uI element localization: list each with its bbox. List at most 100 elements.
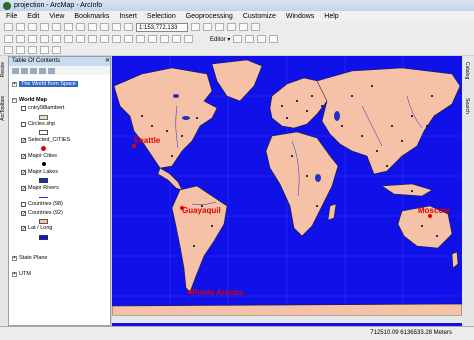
- georef-icon[interactable]: [52, 46, 61, 54]
- arctoolbox-tab[interactable]: ArcToolbox: [0, 96, 8, 121]
- attributes-icon[interactable]: [269, 35, 279, 43]
- new-icon[interactable]: [4, 23, 13, 31]
- list-by-drawing-order-icon[interactable]: [12, 67, 19, 74]
- zoom-out-icon[interactable]: [16, 35, 25, 43]
- layer-checkbox[interactable]: ✓: [21, 185, 26, 191]
- redo-icon[interactable]: [112, 23, 121, 31]
- html-popup-icon[interactable]: [184, 35, 193, 43]
- identify-icon[interactable]: [136, 35, 145, 43]
- select-features-icon[interactable]: [100, 35, 109, 43]
- toc-toolbar: [9, 66, 110, 75]
- pan-icon[interactable]: [28, 35, 37, 43]
- text-tool-icon[interactable]: [16, 46, 25, 54]
- delete-icon[interactable]: [88, 23, 97, 31]
- menu-help[interactable]: Help: [324, 13, 338, 20]
- list-by-selection-icon[interactable]: [39, 67, 46, 74]
- arctoolbox-icon[interactable]: [239, 23, 248, 31]
- expand-icon[interactable]: +: [12, 255, 17, 261]
- map-horizontal-scrollbar[interactable]: [112, 315, 462, 323]
- layer-major-cities[interactable]: ✓ Major Cities: [21, 153, 57, 159]
- major-cities-symbol: [42, 162, 46, 166]
- catalog-window-icon[interactable]: [215, 23, 224, 31]
- expand-icon[interactable]: +: [12, 81, 17, 87]
- window-title: projection - ArcMap - ArcInfo: [14, 2, 103, 9]
- menu-geoprocessing[interactable]: Geoprocessing: [186, 13, 233, 20]
- countries-symbol: [39, 219, 48, 224]
- paste-icon[interactable]: [76, 23, 85, 31]
- list-by-visibility-icon[interactable]: [30, 67, 37, 74]
- layer-checkbox[interactable]: [21, 121, 26, 127]
- fixed-zoom-out-icon[interactable]: [64, 35, 73, 43]
- print-icon[interactable]: [40, 23, 49, 31]
- dataframe-state-plane[interactable]: + State Plane: [12, 255, 47, 261]
- add-data-icon[interactable]: [124, 23, 133, 31]
- collapse-icon[interactable]: −: [12, 97, 17, 103]
- resize-tab[interactable]: Resize: [0, 62, 8, 77]
- layer-cntry98lambert[interactable]: cntry98lambert: [21, 105, 64, 111]
- menu-selection[interactable]: Selection: [147, 13, 176, 20]
- python-icon[interactable]: [251, 23, 260, 31]
- zoom-in-icon[interactable]: [4, 35, 13, 43]
- options-icon[interactable]: [48, 67, 55, 74]
- rectangle-tool-icon[interactable]: [28, 46, 37, 54]
- layer-label: Selected_CITIES: [28, 137, 71, 143]
- find-icon[interactable]: [148, 35, 157, 43]
- title-bar: projection - ArcMap - ArcInfo: [0, 0, 474, 11]
- menu-customize[interactable]: Customize: [243, 13, 276, 20]
- cut-icon[interactable]: [52, 23, 61, 31]
- menu-bookmarks[interactable]: Bookmarks: [74, 13, 109, 20]
- search-window-icon[interactable]: [227, 23, 236, 31]
- toc-window-icon[interactable]: [203, 23, 212, 31]
- fixed-zoom-in-icon[interactable]: [52, 35, 61, 43]
- measure-icon[interactable]: [160, 35, 169, 43]
- layer-selected-cities[interactable]: ✓ Selected_CITIES: [21, 137, 70, 143]
- menu-windows[interactable]: Windows: [286, 13, 314, 20]
- select-arrow-icon[interactable]: [4, 46, 13, 54]
- undo-icon[interactable]: [100, 23, 109, 31]
- line-tool-icon[interactable]: [40, 46, 49, 54]
- world-map-svg: [112, 56, 462, 316]
- dataframe-world-map[interactable]: − World Map: [12, 97, 47, 103]
- layer-checkbox[interactable]: [21, 105, 26, 111]
- straight-segment-icon[interactable]: [257, 35, 267, 43]
- layer-checkbox[interactable]: ✓: [21, 137, 26, 143]
- catalog-tab[interactable]: Catalog: [464, 62, 470, 79]
- list-by-source-icon[interactable]: [21, 67, 28, 74]
- map-display[interactable]: Seattle Guayaquil Punta Arenas Moscow: [112, 56, 462, 326]
- select-elements-icon[interactable]: [124, 35, 133, 43]
- sketch-tool-icon[interactable]: [245, 35, 255, 43]
- layer-countries-98[interactable]: Countries (98): [21, 201, 63, 207]
- layer-checkbox[interactable]: ✓: [21, 169, 26, 175]
- back-extent-icon[interactable]: [76, 35, 85, 43]
- layer-lat-long[interactable]: ✓ Lat / Long: [21, 225, 52, 231]
- dataframe-world-from-space[interactable]: + The World from Space: [12, 81, 78, 87]
- edit-tool-icon[interactable]: [233, 35, 243, 43]
- full-extent-icon[interactable]: [40, 35, 49, 43]
- toc-close-icon[interactable]: ✕: [105, 57, 110, 66]
- dataframe-utm[interactable]: + UTM: [12, 271, 31, 277]
- layer-checkbox[interactable]: [21, 201, 26, 207]
- layer-checkbox[interactable]: ✓: [21, 210, 26, 216]
- open-icon[interactable]: [16, 23, 25, 31]
- layer-major-rivers[interactable]: ✓ Major Rivers: [21, 185, 59, 191]
- menu-insert[interactable]: Insert: [119, 13, 137, 20]
- layer-checkbox[interactable]: ✓: [21, 153, 26, 159]
- editor-toolbar-icon[interactable]: [191, 23, 200, 31]
- south-america: [171, 185, 228, 293]
- clear-selection-icon[interactable]: [112, 35, 121, 43]
- menu-edit[interactable]: Edit: [27, 13, 39, 20]
- layer-major-lakes[interactable]: ✓ Major Lakes: [21, 169, 58, 175]
- editor-dropdown[interactable]: Editor ▾: [210, 36, 230, 43]
- hyperlink-icon[interactable]: [172, 35, 181, 43]
- layer-circles[interactable]: Circles.shp: [21, 121, 55, 127]
- expand-icon[interactable]: +: [12, 271, 17, 277]
- save-icon[interactable]: [28, 23, 37, 31]
- forward-extent-icon[interactable]: [88, 35, 97, 43]
- menu-file[interactable]: File: [6, 13, 17, 20]
- layer-countries-92[interactable]: ✓ Countries (92): [21, 210, 63, 216]
- copy-icon[interactable]: [64, 23, 73, 31]
- map-scale-input[interactable]: 1:153,772,133: [136, 22, 188, 32]
- layer-checkbox[interactable]: ✓: [21, 225, 26, 231]
- menu-view[interactable]: View: [49, 13, 64, 20]
- search-tab[interactable]: Search: [464, 98, 470, 114]
